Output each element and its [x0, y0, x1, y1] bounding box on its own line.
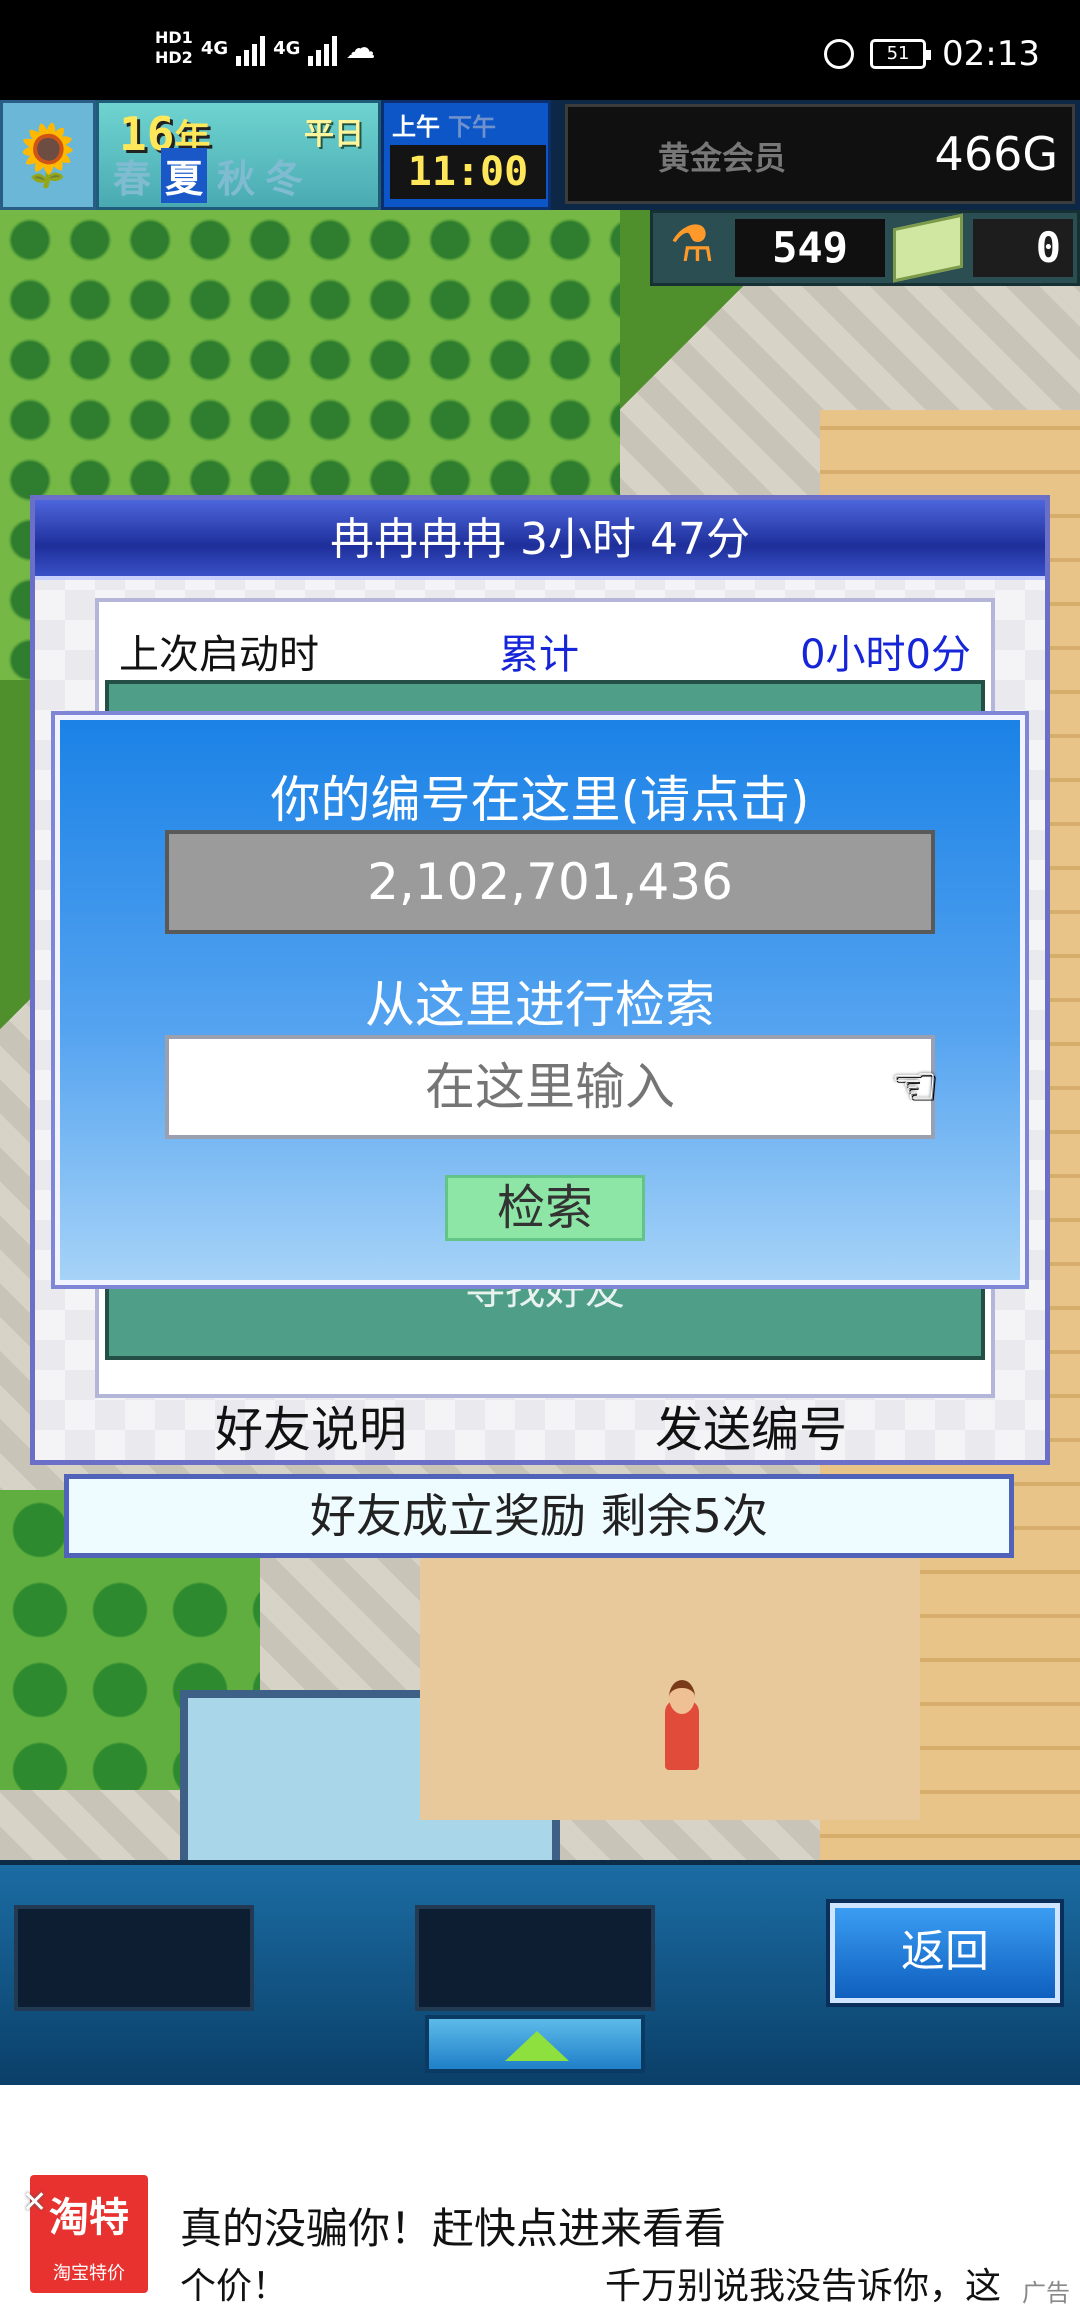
money-panel: 黄金会员 466G	[565, 104, 1075, 204]
season-list: 春 夏 秋 冬	[113, 148, 303, 203]
building-bottom	[420, 1520, 920, 1820]
friend-search-input[interactable]	[165, 1035, 935, 1139]
flask-icon: ⚗	[669, 215, 715, 273]
wechat-icon: ☁	[345, 30, 376, 66]
weekday-label: 平日	[304, 117, 364, 152]
close-icon[interactable]: ✕	[22, 2185, 47, 2220]
pm-label: 下午	[448, 113, 496, 141]
last-launch-label: 上次启动时	[119, 632, 319, 678]
season-winter: 冬	[265, 157, 304, 201]
status-time: 02:13	[942, 34, 1040, 74]
ad-logo-sub: 淘宝特价	[53, 2263, 125, 2284]
character-sprite[interactable]	[665, 1680, 699, 1770]
game-bottom-bar: 返回	[0, 1860, 1080, 2085]
season-summer: 夏	[161, 148, 208, 203]
hd-indicator: HD1 HD2	[155, 28, 193, 68]
ampm-indicator: 上午 下午	[392, 107, 496, 142]
research-points: 549	[735, 219, 885, 277]
net1-label: 4G	[200, 37, 229, 59]
friend-id-dialog: 你的编号在这里(请点击) 2,102,701,436 从这里进行检索 ☜ 检索	[55, 715, 1025, 1285]
ad-subtitle-2: 千万别说我没告诉你，这	[605, 2266, 1002, 2307]
time-panel: 上午 下午 11:00	[381, 100, 551, 210]
total-value: 0小时0分	[800, 632, 971, 678]
ad-subtitle-1: 个价！	[180, 2266, 289, 2307]
ticket-count: 0	[973, 219, 1073, 277]
season-autumn: 秋	[217, 157, 256, 201]
search-label: 从这里进行检索	[365, 976, 715, 1034]
friend-reward-banner: 好友成立奖励 剩余5次	[64, 1474, 1014, 1558]
calendar-panel: 16年 平日 春 夏 秋 冬	[96, 100, 381, 210]
status-left: HD1 HD2 4G 4G ☁	[155, 28, 375, 68]
send-id-link[interactable]: 发送编号	[655, 1390, 847, 1460]
ad-tag: 广告	[1022, 2279, 1070, 2307]
friend-help-link[interactable]: 好友说明	[215, 1390, 407, 1460]
id-value-button[interactable]: 2,102,701,436	[165, 830, 935, 934]
hd2-label: HD2	[155, 48, 193, 67]
hd1-label: HD1	[155, 28, 193, 47]
signal-icon-2	[308, 30, 338, 66]
ad-logo-main: 淘特	[49, 2195, 129, 2241]
panel-title: 冉冉冉冉 3小时 47分	[35, 500, 1045, 580]
menu-slot-1[interactable]	[14, 1905, 254, 2011]
am-label: 上午	[392, 113, 440, 141]
net2-label: 4G	[273, 37, 301, 59]
battery-level: 51	[886, 43, 910, 64]
status-bar: HD1 HD2 4G 4G ☁ 51 02:13	[0, 0, 1080, 100]
total-label: 累计	[499, 632, 579, 678]
member-label: 黄金会员	[658, 139, 787, 177]
sunflower-icon: 🌻	[0, 100, 96, 210]
ticket-icon	[893, 213, 963, 283]
back-button[interactable]: 返回	[830, 1903, 1060, 2003]
money-value: 466G	[934, 127, 1058, 181]
ad-banner[interactable]: 淘特 淘宝特价 ✕ 真的没骗你！赶快点进来看看 个价！ 千万别说我没告诉你，这 …	[0, 2085, 1080, 2310]
battery-icon: 51	[870, 39, 932, 69]
alarm-icon	[824, 39, 855, 69]
resource-bar: ⚗ 549 0	[650, 210, 1080, 286]
expand-arrow-button[interactable]	[425, 2015, 645, 2073]
ad-title[interactable]: 真的没骗你！赶快点进来看看	[180, 2195, 726, 2256]
search-button[interactable]: 检索	[445, 1175, 645, 1241]
ad-app-logo[interactable]: 淘特 淘宝特价	[30, 2175, 148, 2293]
season-spring: 春	[113, 157, 152, 201]
status-right: 51 02:13	[824, 34, 1040, 74]
game-hud: 🌻 16年 平日 春 夏 秋 冬 上午 下午 11:00 黄金会员 466G	[0, 100, 1080, 210]
pointing-hand-icon: ☜	[890, 1054, 939, 1117]
signal-icon	[236, 30, 266, 66]
id-label: 你的编号在这里(请点击)	[270, 771, 810, 829]
menu-slot-2[interactable]	[415, 1905, 655, 2011]
game-time: 11:00	[390, 145, 546, 199]
